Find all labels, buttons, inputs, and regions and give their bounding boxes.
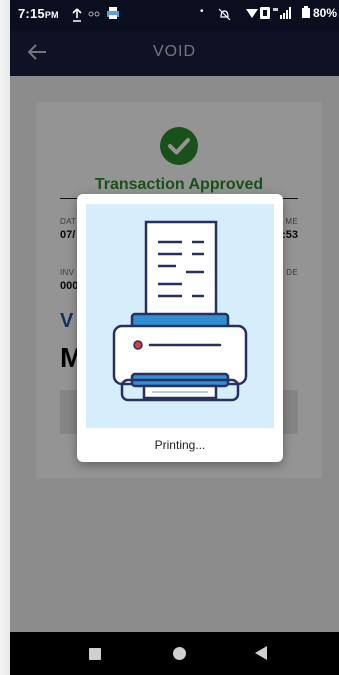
voicemail-icon (88, 11, 100, 17)
left-edge (0, 0, 10, 675)
home-circle-icon[interactable] (173, 647, 186, 660)
status-time-ampm: PM (44, 10, 59, 20)
nfc-icon (260, 7, 270, 19)
status-battery: 80% (301, 6, 337, 20)
alarm-off-icon (218, 8, 231, 21)
status-bar: 7:15PM • 80% (10, 0, 339, 30)
recents-square-icon[interactable] (89, 648, 101, 660)
wifi-icon (246, 9, 258, 18)
printer-receipt-illustration (86, 204, 274, 428)
printing-dialog: Printing... (77, 194, 283, 462)
signal-icon (273, 7, 291, 19)
upload-icon (72, 8, 82, 22)
printer-status-icon (107, 7, 119, 19)
battery-icon (301, 6, 310, 18)
navigation-bar (10, 632, 339, 675)
status-time: 7:15PM (18, 6, 59, 21)
dot-icon: • (200, 6, 204, 17)
printing-message: Printing... (154, 438, 206, 452)
back-triangle-icon[interactable] (255, 646, 267, 660)
phone-screen: 7:15PM • 80% VOID Transaction Approved D… (10, 0, 339, 675)
battery-percent: 80% (312, 6, 337, 20)
status-time-value: 7:15 (18, 6, 45, 21)
printer-icon (112, 220, 248, 402)
